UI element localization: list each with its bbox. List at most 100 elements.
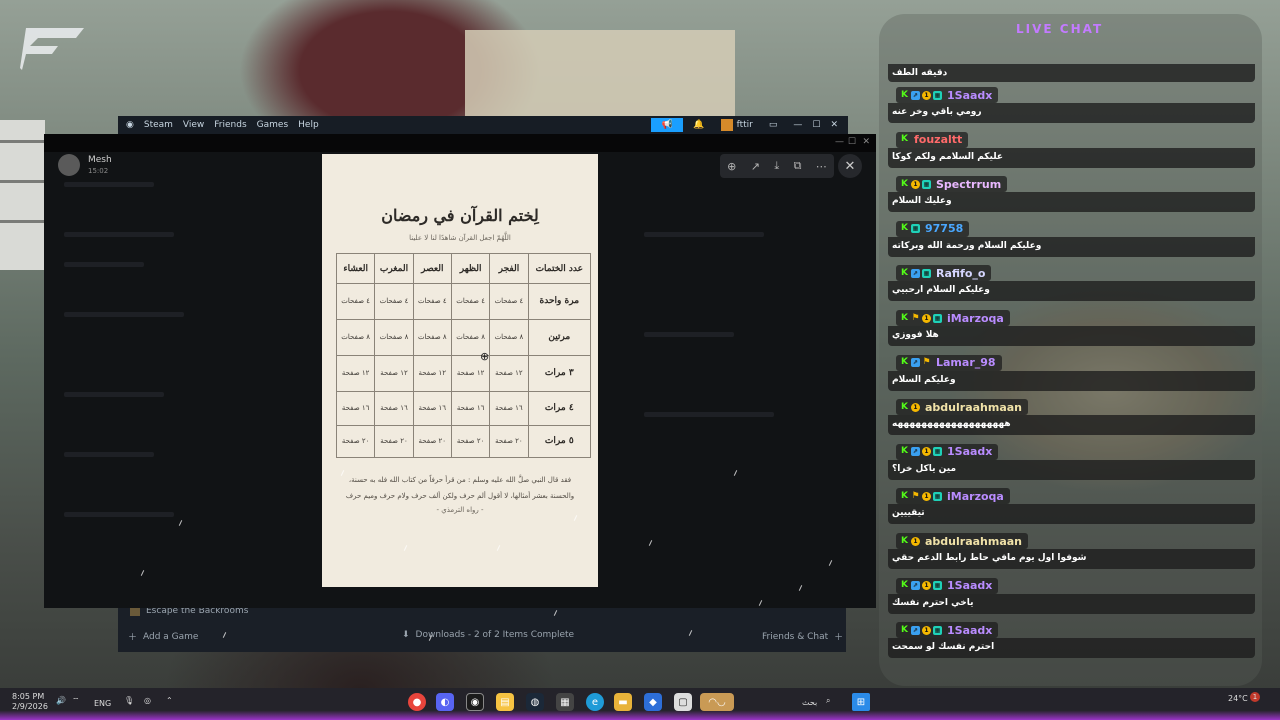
add-game-button[interactable]: Add a Game	[143, 632, 198, 642]
search-icon[interactable]: ⌕	[826, 696, 830, 706]
discord-icon[interactable]: ◐	[436, 693, 454, 711]
minimize-button[interactable]: —	[793, 120, 802, 130]
close-viewer-button[interactable]: ✕	[838, 154, 862, 178]
maximize-button[interactable]: ☐	[812, 120, 820, 130]
notes-icon[interactable]: ▤	[496, 693, 514, 711]
file-explorer-icon[interactable]: ▬	[614, 693, 632, 711]
table-row: ٤ مرات ١٦ صفحة ١٦ صفحة ١٦ صفحة ١٦ صفحة ١٦ صفح…	[335, 391, 592, 426]
chat-message-bar: وعليك السلام	[888, 192, 1255, 213]
close-window-button[interactable]: ✕	[830, 120, 838, 130]
header-cell: الفجر	[489, 253, 529, 284]
window-app-icon[interactable]: ▢	[674, 693, 692, 711]
author-name[interactable]: Mesh	[88, 155, 112, 165]
notification-bell-icon[interactable]: 🔔	[693, 120, 704, 130]
chat-username[interactable]: abdulraahmaan	[925, 535, 1022, 548]
news-widget-icon[interactable]: ◠◡	[700, 693, 734, 711]
row-label: ٥ مرات	[527, 425, 592, 458]
tray-app-icon[interactable]: ◎	[144, 696, 151, 705]
viewer-maximize-button[interactable]: ☐	[848, 137, 856, 147]
download-icon[interactable]: ⤓	[774, 159, 779, 173]
chat-username[interactable]: 1Saadx	[947, 579, 992, 592]
search-label[interactable]: بحث	[802, 698, 817, 707]
steam-menu-games[interactable]: Games	[257, 120, 288, 130]
chat-message: K ⇗ 1 ▦ 1Saadx ياخي احترم نفسك	[888, 577, 1255, 618]
document-subtitle: اللَّهُمّ اجعل القرآن شاهدًا لنا لا علين…	[409, 234, 511, 242]
share-icon[interactable]: ↗	[751, 160, 760, 173]
flag-badge-icon: ⚑	[922, 357, 931, 368]
chat-message-partial: دقيقه الطف	[888, 50, 1255, 82]
volume-icon[interactable]: 🔊	[56, 696, 66, 705]
chat-message-text: تيقييين	[892, 508, 925, 519]
chat-message-text: هههههههههههههههههههه	[892, 419, 1011, 430]
chat-username[interactable]: Rafifo_o	[936, 267, 985, 280]
header-cell: عدد الختمات	[527, 253, 592, 284]
tier-badge-icon: ▦	[933, 625, 942, 635]
chat-username[interactable]: Spectrrum	[936, 178, 1001, 191]
kick-badge-icon: K	[901, 624, 908, 635]
sub-badge-icon: 1	[922, 491, 931, 501]
chat-message-bar: هههههههههههههههههههه	[888, 415, 1255, 436]
tier-badge-icon: ▦	[933, 313, 942, 323]
chrome-icon[interactable]: ●	[408, 693, 426, 711]
chat-message-bar: عليكم السلامم ولكم كوكا	[888, 147, 1255, 168]
clock-time[interactable]: 8:05 PM	[12, 692, 48, 702]
steam-taskbar-icon[interactable]: ◍	[526, 693, 544, 711]
sub-badge-icon: 1	[922, 581, 931, 591]
sub-badge-icon: 1	[922, 313, 931, 323]
language-indicator[interactable]: ENG	[94, 699, 111, 708]
chat-username[interactable]: fouzaltt	[914, 133, 962, 146]
announcement-button[interactable]: 📢	[651, 118, 684, 132]
chat-user-bar: K ⇗ 1 ▦ 1Saadx	[896, 443, 999, 460]
chat-username[interactable]: Lamar_98	[936, 356, 996, 369]
viewer-minimize-button[interactable]: —	[835, 137, 844, 147]
more-options-icon[interactable]: ⋯	[816, 160, 827, 173]
notification-badge[interactable]: 1	[1250, 692, 1260, 702]
mic-icon[interactable]: 🎙	[124, 696, 134, 705]
zoom-icon[interactable]: ⊕	[727, 160, 736, 173]
table-cell: ٢٠ صفحة	[374, 425, 414, 458]
chat-username[interactable]: 1Saadx	[947, 89, 992, 102]
account-avatar[interactable]	[720, 119, 733, 131]
quran-schedule-image[interactable]: لِختم القرآن في رمضان اللَّهُمّ اجعل الق…	[322, 154, 598, 587]
steam-menu-friends[interactable]: Friends	[214, 120, 246, 130]
open-external-icon[interactable]: ⧉	[794, 159, 802, 173]
chat-message-text: ياخي احترم نفسك	[892, 597, 974, 608]
recorder-icon[interactable]: ◉	[466, 693, 484, 711]
sub-badge-icon: 1	[911, 179, 920, 189]
downloads-status[interactable]: Downloads - 2 of 2 Items Complete	[416, 630, 575, 640]
viewer-close-button[interactable]: ✕	[862, 137, 870, 147]
chat-message: K 1 abdulraahmaan شوفوا اول يوم مافي حاط را…	[888, 533, 1255, 573]
chat-message: K 1 abdulraahmaan هههههههههههههههههههه	[888, 399, 1255, 439]
table-cell: ٤ صفحات	[450, 283, 491, 320]
chat-username[interactable]: abdulraahmaan	[925, 401, 1022, 414]
chat-username[interactable]: 1Saadx	[947, 445, 992, 458]
friends-chat-button[interactable]: Friends & Chat	[762, 632, 828, 642]
chat-message-bar: هلا فووزي	[888, 326, 1255, 346]
chat-username[interactable]: iMarzoqa	[947, 312, 1004, 325]
chat-username[interactable]: 97758	[925, 222, 963, 235]
chat-username[interactable]: iMarzoqa	[947, 490, 1004, 503]
account-name[interactable]: fttir	[737, 120, 753, 130]
windows-start-icon[interactable]: ⊞	[852, 693, 870, 711]
clock-date[interactable]: 2/9/2026	[12, 702, 48, 712]
store-icon[interactable]: ▦	[556, 693, 574, 711]
edge-icon[interactable]: e	[586, 693, 604, 711]
chat-message-text: رومي باقي وخر عنه	[892, 107, 982, 117]
chat-username[interactable]: 1Saadx	[947, 624, 992, 637]
sub-badge-icon: 1	[922, 625, 931, 635]
author-avatar[interactable]	[58, 154, 80, 176]
table-cell: ١٦ صفحة	[450, 391, 491, 426]
steam-menu-help[interactable]: Help	[298, 120, 319, 130]
kick-badge-icon: K	[901, 89, 908, 100]
weather-temp[interactable]: 24°C	[1228, 694, 1248, 703]
wifi-icon[interactable]: ⌔	[72, 696, 80, 706]
big-picture-icon[interactable]: ▭	[769, 120, 778, 130]
ps-app-icon[interactable]: ◆	[644, 693, 662, 711]
steam-menu-steam[interactable]: Steam	[144, 120, 173, 130]
header-cell: العصر	[412, 253, 452, 284]
steam-menu-view[interactable]: View	[183, 120, 204, 130]
kick-badge-icon: K	[901, 178, 908, 189]
table-cell: ١٢ صفحة	[374, 355, 414, 392]
tray-overflow-icon[interactable]: ⌃	[166, 696, 173, 705]
chat-message-bar: رومي باقي وخر عنه	[888, 103, 1255, 123]
